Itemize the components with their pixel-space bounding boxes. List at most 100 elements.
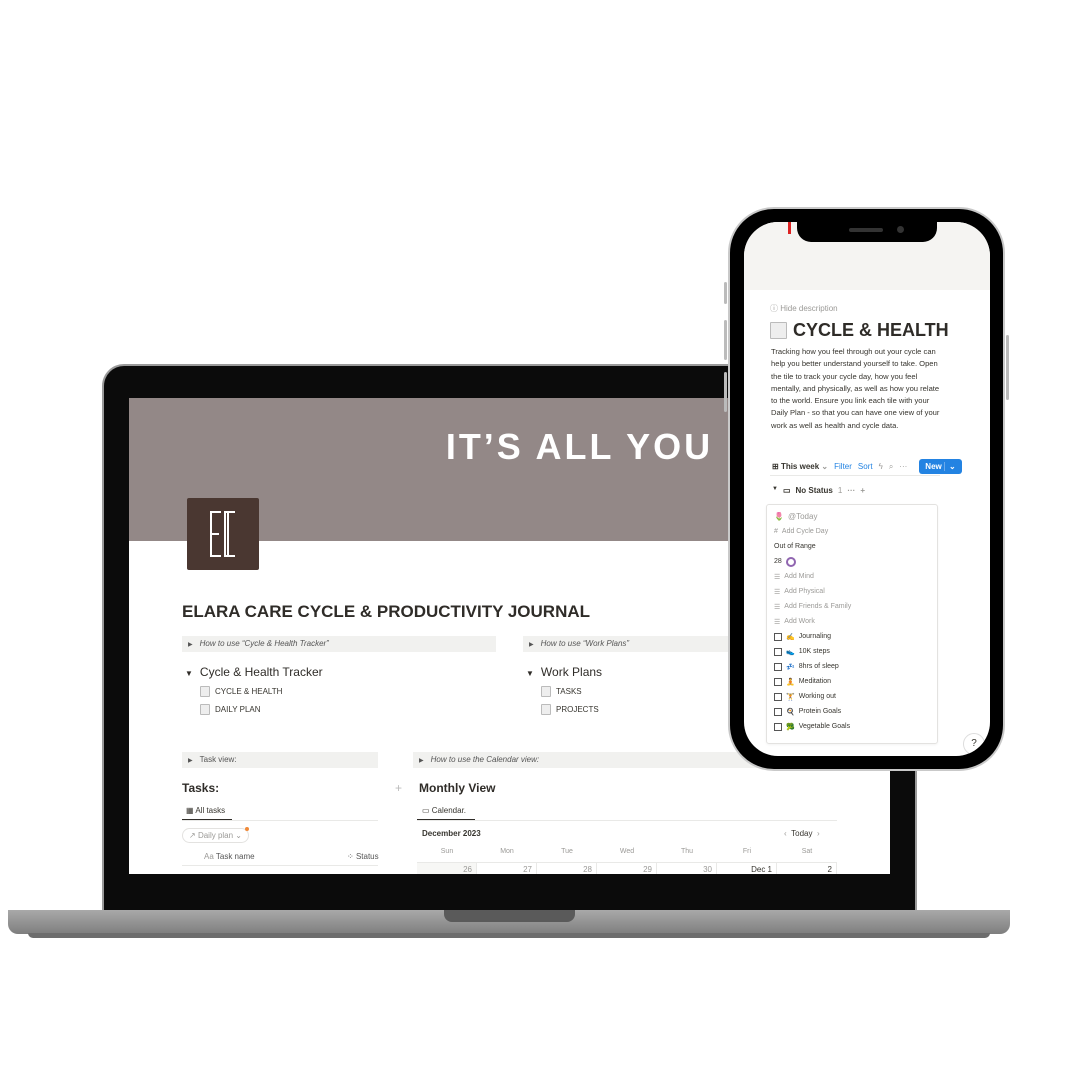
calendar-icon — [200, 686, 210, 697]
laptop-base-foot — [28, 933, 990, 938]
property-text: Add Mind — [784, 573, 814, 580]
calendar-day-cell[interactable]: Dec 1 — [717, 862, 777, 874]
card-property[interactable]: ☰ Add Work — [767, 614, 937, 629]
collapse-triangle-icon[interactable]: ▼ — [772, 486, 778, 495]
work-section-heading[interactable]: ▼ Work Plans — [526, 665, 602, 679]
phone-screen: ⓘ Hide description CYCLE & HEALTH Tracki… — [744, 222, 990, 756]
link-text: DAILY PLAN — [215, 705, 261, 714]
column-label: Status — [355, 852, 379, 861]
checkbox[interactable] — [774, 677, 782, 686]
checklist-item: 🧘 Meditation — [767, 674, 937, 689]
heading-text: Work Plans — [540, 665, 603, 679]
next-month-icon[interactable]: › — [817, 829, 820, 838]
text-type-icon: Aa — [204, 852, 214, 861]
view-label: This week — [780, 462, 820, 471]
weekday-label: Fri — [742, 848, 752, 855]
page-description: Tracking how you feel through out your c… — [771, 347, 940, 430]
prev-month-icon[interactable]: ‹ — [784, 829, 787, 838]
group-no-status[interactable]: ▼ ▭ No Status 1 ··· + — [772, 486, 865, 495]
property-text: Add Work — [784, 618, 815, 625]
link-text: TASKS — [556, 687, 582, 696]
view-selector[interactable]: ⊞ This week ⌄ — [772, 462, 828, 471]
phone-notch — [797, 222, 937, 242]
calendar-day-cell[interactable]: 29 — [597, 862, 657, 874]
calendar-weekdays: Sun Mon Tue Wed Thu Fri Sat — [417, 848, 837, 855]
more-icon[interactable]: ··· — [899, 462, 907, 471]
card-date[interactable]: 🌷 @Today — [767, 509, 937, 524]
search-icon[interactable]: ⌕ — [889, 462, 893, 472]
sort-button[interactable]: Sort — [858, 462, 873, 471]
phone-page-title: CYCLE & HEALTH — [770, 320, 949, 341]
checklist-item: 🥦 Vegetable Goals — [767, 719, 937, 734]
list-icon — [541, 686, 551, 697]
filter-button[interactable]: Filter — [834, 462, 852, 471]
today-button[interactable]: Today — [791, 829, 812, 838]
checkbox[interactable] — [774, 692, 782, 701]
chevron-down-icon[interactable]: ⌄ — [943, 462, 956, 471]
link-daily-plan[interactable]: DAILY PLAN — [200, 704, 261, 715]
add-icon[interactable]: + — [860, 486, 865, 495]
weekday-label: Sat — [801, 848, 813, 855]
link-cycle-health[interactable]: CYCLE & HEALTH — [200, 686, 282, 697]
property-text: Add Cycle Day — [781, 528, 829, 535]
daily-plan-filter[interactable]: ↗ Daily plan ⌄ — [182, 828, 250, 843]
emoji-icon: 🧘 — [786, 678, 795, 686]
add-block-icon[interactable]: + — [395, 781, 402, 795]
emoji-icon: 👟 — [786, 648, 795, 656]
calendar-icon — [770, 322, 787, 339]
item-label: Vegetable Goals — [798, 723, 851, 730]
document-icon — [200, 704, 210, 715]
card-property[interactable]: ☰ Add Physical — [767, 584, 937, 599]
list-icon: ☰ — [774, 603, 781, 611]
toggle-task-view[interactable]: ▶ Task view: — [182, 752, 378, 768]
divider — [417, 820, 837, 821]
emoji-icon: 🏋️ — [786, 693, 795, 701]
calendar-day-cell[interactable]: 30 — [657, 862, 717, 874]
weekday-label: Mon — [500, 848, 514, 855]
link-text: CYCLE & HEALTH — [215, 687, 283, 696]
page-logo-icon — [187, 498, 259, 570]
red-marker — [788, 222, 791, 234]
calendar-day-cell[interactable]: 28 — [537, 862, 597, 874]
column-task-name[interactable]: Aa Task name — [204, 852, 255, 861]
calendar-day-cell[interactable]: 2 — [777, 862, 837, 874]
link-tasks[interactable]: TASKS — [541, 686, 582, 697]
list-icon: ☰ — [774, 618, 781, 626]
checkbox[interactable] — [774, 662, 782, 671]
emoji-icon: ✍️ — [786, 633, 795, 641]
item-label: Meditation — [798, 678, 832, 685]
checkbox[interactable] — [774, 722, 782, 731]
checkbox[interactable] — [774, 647, 782, 656]
tab-calendar[interactable]: ▭ Calendar. — [422, 806, 466, 815]
number-icon: # — [774, 528, 778, 535]
board-card[interactable]: 🌷 @Today # Add Cycle Day Out of Range 28 ☰… — [766, 504, 938, 744]
column-status[interactable]: ⁘ Status — [347, 852, 379, 861]
weekday-label: Wed — [619, 848, 635, 855]
new-button[interactable]: New ⌄ — [919, 459, 962, 474]
calendar-day-cell[interactable]: 27 — [477, 862, 537, 874]
item-label: Journaling — [798, 633, 832, 640]
tab-all-tasks[interactable]: ▦ All tasks — [186, 806, 225, 815]
checklist-item: 💤 8hrs of sleep — [767, 659, 937, 674]
toggle-cycle-howto[interactable]: ▶ How to use “Cycle & Health Tracker” — [182, 636, 496, 652]
toggle-work-howto[interactable]: ▶ How to use “Work Plans” — [523, 636, 733, 652]
cycle-section-heading[interactable]: ▼ Cycle & Health Tracker — [185, 665, 323, 679]
filter-dot — [245, 827, 249, 831]
checklist-item: 👟 10K steps — [767, 644, 937, 659]
automation-icon[interactable]: ϟ — [879, 462, 883, 471]
more-icon[interactable]: ··· — [847, 486, 855, 495]
cycle-day-property[interactable]: # Add Cycle Day — [767, 524, 937, 539]
card-property[interactable]: ☰ Add Friends & Family — [767, 599, 937, 614]
card-property[interactable]: ☰ Add Mind — [767, 569, 937, 584]
emoji-icon: 🥦 — [786, 723, 795, 731]
tasks-heading: Tasks: — [182, 781, 220, 795]
hide-description-button[interactable]: ⓘ Hide description — [770, 303, 838, 314]
checkbox[interactable] — [774, 632, 782, 641]
divider — [182, 820, 378, 821]
toggle-label: Task view: — [199, 755, 237, 764]
checkbox[interactable] — [774, 707, 782, 716]
property-text: Add Friends & Family — [784, 603, 852, 610]
help-button[interactable]: ? — [963, 733, 985, 755]
calendar-day-cell[interactable]: 26 — [417, 862, 477, 874]
link-projects[interactable]: PROJECTS — [541, 704, 599, 715]
